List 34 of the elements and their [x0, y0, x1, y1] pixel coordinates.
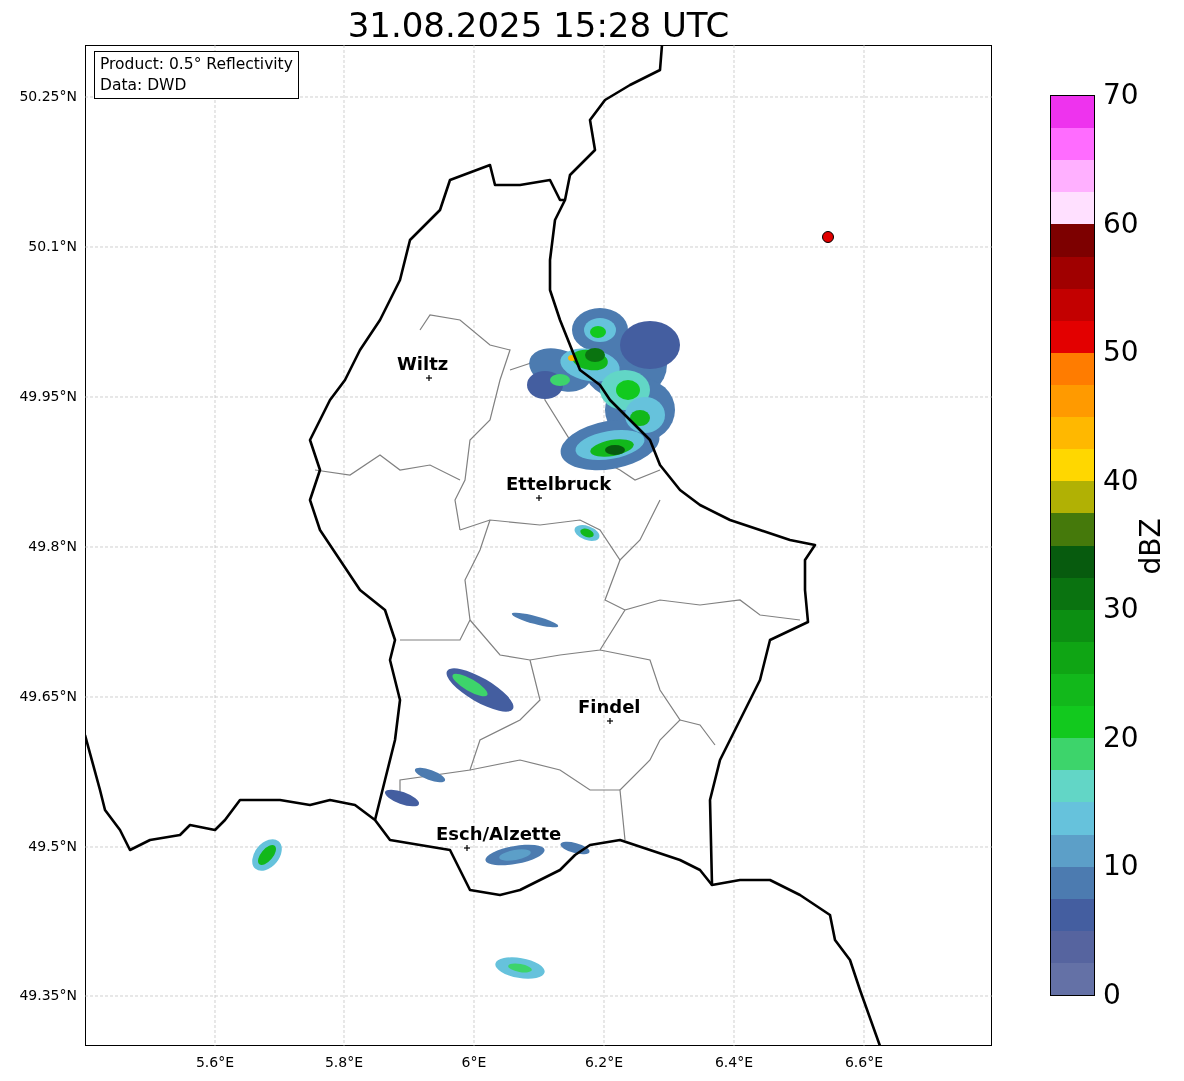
latitude-label: 49.8°N [28, 538, 77, 554]
longitude-label: 6.6°E [844, 1054, 884, 1070]
latitude-label: 50.1°N [28, 238, 77, 254]
latitude-label: 49.5°N [28, 838, 77, 854]
colorbar-tick-label: 10 [1103, 849, 1139, 884]
latitude-label: 49.65°N [19, 688, 77, 704]
longitude-label: 6.4°E [714, 1054, 754, 1070]
site-marker [822, 231, 834, 243]
longitude-label: 5.8°E [324, 1054, 364, 1070]
city-label: Wiltz [397, 353, 449, 374]
longitude-label: 6.2°E [584, 1054, 624, 1070]
colorbar-tick-label: 40 [1103, 463, 1139, 498]
colorbar-tick-label: 50 [1103, 335, 1139, 370]
city-marker-icon [535, 494, 543, 502]
colorbar-label: dBZ [1133, 518, 1167, 575]
latitude-label: 49.35°N [19, 987, 77, 1003]
city-label: Esch/Alzette [436, 823, 562, 844]
city-marker-icon [425, 374, 433, 382]
colorbar-tick-label: 20 [1103, 720, 1139, 755]
city-marker-icon [463, 844, 471, 852]
legend-text: Data: DWD [100, 75, 188, 96]
colorbar-tick-label: 30 [1103, 592, 1139, 627]
city-marker-icon [606, 717, 614, 725]
city-label: Ettelbruck [506, 473, 612, 494]
longitude-label: 5.6°E [195, 1054, 235, 1070]
city-label: Findel [578, 696, 641, 717]
colorbar-tick-label: 0 [1103, 978, 1121, 1012]
chart-title: 31.08.2025 15:28 UTC [346, 4, 731, 45]
latitude-label: 49.95°N [19, 388, 77, 404]
colorbar-tick-label: 60 [1103, 206, 1139, 241]
longitude-label: 6°E [461, 1054, 487, 1070]
colorbar-tick-label: 70 [1103, 78, 1139, 112]
legend-text: Product: 0.5° Reflectivity [100, 54, 293, 75]
latitude-label: 50.25°N [19, 88, 77, 104]
